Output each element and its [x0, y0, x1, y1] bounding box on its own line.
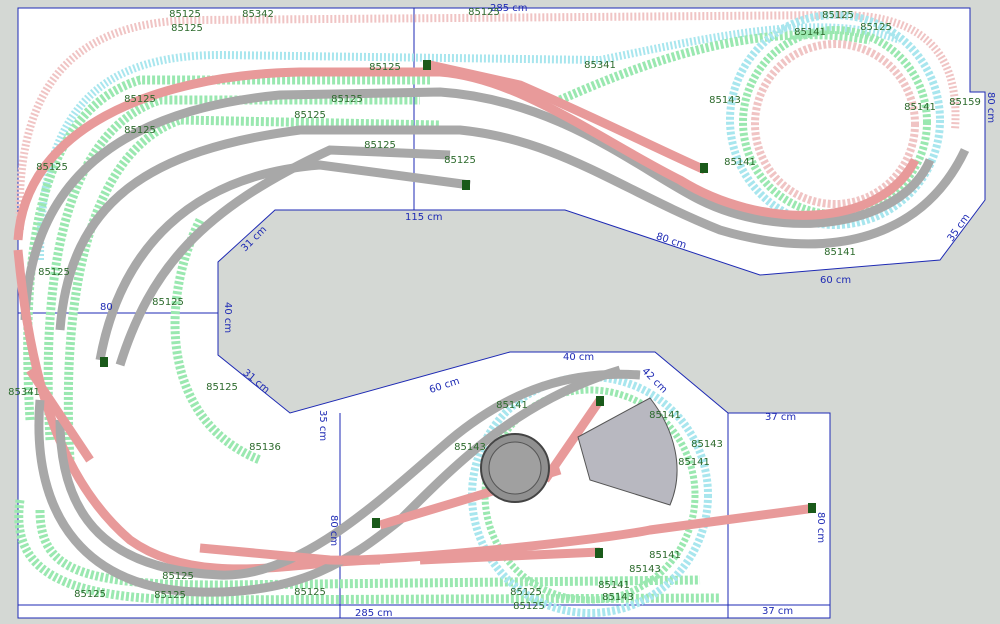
- track-part-label: 85125: [74, 589, 106, 600]
- dim-right-side-upper: 80 cm: [985, 92, 996, 123]
- track-part-label: 85125: [124, 94, 156, 105]
- track-part-label: 85125: [331, 94, 363, 105]
- track-part-label: 85125: [513, 601, 545, 612]
- dim-inner-step-left: 35 cm: [317, 410, 328, 441]
- track-part-label: 85125: [822, 10, 854, 21]
- track-part-label: 85125: [369, 62, 401, 73]
- track-part-label: 85141: [649, 410, 681, 421]
- dim-notch-left-mid: 40 cm: [222, 302, 233, 333]
- track-part-label: 85125: [162, 571, 194, 582]
- dim-peninsula-left: 80: [100, 302, 113, 313]
- track-part-label: 85125: [38, 267, 70, 278]
- turntable-pit: [488, 441, 542, 495]
- track-part-label: 85141: [496, 400, 528, 411]
- layout-canvas: 115 cm 31 cm 40 cm 80 31 cm 80 cm 60 cm …: [8, 3, 996, 619]
- dim-right-side-lower: 80 cm: [815, 512, 826, 543]
- dim-inner-step-right: 40 cm: [563, 352, 594, 363]
- track-part-label: 85125: [364, 140, 396, 151]
- dim-right-box-bottom: 37 cm: [762, 606, 793, 617]
- track-part-label: 85125: [36, 162, 68, 173]
- track-part-label: 85125: [169, 9, 201, 20]
- buffer-stop: [462, 180, 470, 190]
- track-part-label: 85143: [602, 592, 634, 603]
- buffer-stop: [595, 548, 603, 558]
- track-part-label: 85141: [904, 102, 936, 113]
- track-part-label: 85143: [691, 439, 723, 450]
- track-part-label: 85159: [949, 97, 981, 108]
- track-part-label: 85125: [294, 110, 326, 121]
- track-part-label: 85125: [206, 382, 238, 393]
- dim-peninsula-lower: 80 cm: [328, 515, 339, 546]
- track-part-label: 85143: [709, 95, 741, 106]
- track-part-label: 85125: [860, 22, 892, 33]
- track-part-label: 85341: [584, 60, 616, 71]
- buffer-stop: [700, 163, 708, 173]
- buffer-stop: [596, 396, 604, 406]
- track-part-label: 85141: [794, 27, 826, 38]
- track-part-label: 85342: [242, 9, 274, 20]
- track-part-label: 85125: [510, 587, 542, 598]
- track-part-label: 85141: [678, 457, 710, 468]
- track-part-label: 85125: [294, 587, 326, 598]
- track-part-label: 85125: [171, 23, 203, 34]
- track-part-label: 85143: [629, 564, 661, 575]
- buffer-stop: [100, 357, 108, 367]
- buffer-stop: [372, 518, 380, 528]
- dim-bottom-width: 285 cm: [355, 608, 393, 619]
- dim-right-box-top: 37 cm: [765, 412, 796, 423]
- dim-inner-top: 115 cm: [405, 212, 443, 223]
- track-part-label: 85141: [724, 157, 756, 168]
- track-part-label: 85125: [124, 125, 156, 136]
- buffer-stop: [423, 60, 431, 70]
- track-part-label: 85125: [152, 297, 184, 308]
- track-part-label: 85141: [598, 580, 630, 591]
- track-part-label: 85125: [468, 7, 500, 18]
- track-part-label: 85341: [8, 387, 40, 398]
- track-part-label: 85141: [649, 550, 681, 561]
- buffer-stop: [808, 503, 816, 513]
- track-part-label: 85141: [824, 247, 856, 258]
- track-part-label: 85125: [444, 155, 476, 166]
- track-part-label: 85136: [249, 442, 281, 453]
- track-part-label: 85125: [154, 590, 186, 601]
- dim-right-bottom-upper: 60 cm: [820, 275, 851, 286]
- track-part-label: 85143: [454, 442, 486, 453]
